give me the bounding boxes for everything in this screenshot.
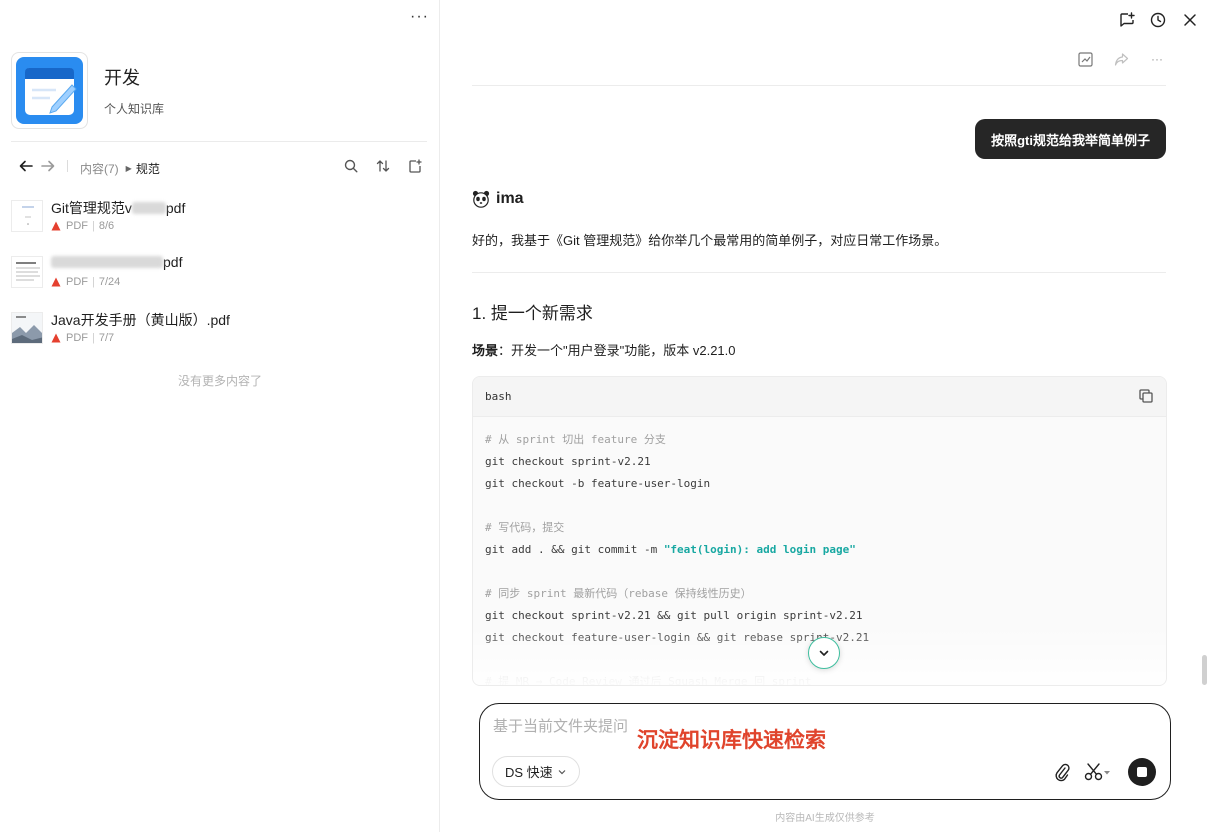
ai-disclaimer: 内容由AI生成仅供参考	[775, 813, 875, 824]
folder-nav-bar: 内容(7) ▶ 规范	[0, 152, 440, 180]
panda-icon	[472, 190, 490, 208]
divider	[472, 85, 1166, 86]
end-of-list-text: 没有更多内容了	[177, 374, 262, 388]
pdf-icon	[51, 221, 61, 231]
code-line: git checkout -b feature-user-login	[485, 477, 711, 490]
file-thumbnail	[11, 256, 43, 288]
list-item[interactable]: Java开发手册（黄山版）.pdf PDF | 7/7	[0, 306, 440, 362]
code-line: # 写代码，提交	[485, 521, 565, 534]
nav-divider	[67, 160, 68, 172]
file-meta: PDF | 7/7	[51, 332, 114, 344]
add-file-icon[interactable]	[405, 156, 425, 176]
copy-icon[interactable]	[1138, 388, 1154, 409]
knowledge-base-panel: ··· 开发 个人知识库 内容(7) ▶ 规范 Git管理规范v pdf PDF…	[0, 0, 440, 832]
close-icon[interactable]	[1180, 10, 1200, 30]
code-line: # 同步 sprint 最新代码（rebase 保持线性历史）	[485, 587, 752, 600]
code-line: # 从 sprint 切出 feature 分支	[485, 433, 666, 446]
search-icon[interactable]	[341, 156, 361, 176]
scrollbar[interactable]	[1202, 655, 1207, 685]
list-item[interactable]: pdf PDF | 7/24	[0, 250, 440, 306]
file-name: Java开发手册（黄山版）.pdf	[51, 312, 230, 328]
user-message-bubble: 按照gti规范给我举简单例子	[975, 119, 1166, 159]
file-name: pdf	[51, 254, 182, 270]
file-name: Git管理规范v pdf	[51, 200, 186, 216]
file-meta: PDF | 8/6	[51, 220, 114, 232]
ai-name: ima	[496, 190, 524, 207]
step-heading: 1. 提一个新需求	[472, 304, 593, 323]
sort-icon[interactable]	[373, 156, 393, 176]
pdf-icon	[51, 333, 61, 343]
breadcrumb-current: 规范	[135, 162, 160, 176]
chevron-down-icon	[819, 650, 829, 656]
new-chat-icon[interactable]	[1117, 10, 1137, 30]
code-line: git add . && git commit -m "feat(login):…	[485, 543, 856, 556]
more-options-button[interactable]: ···	[410, 8, 429, 26]
redacted-text	[131, 202, 166, 214]
caption-overlay: 沉淀知识库快速检索	[637, 729, 826, 752]
back-arrow-icon[interactable]	[16, 156, 36, 176]
model-selector[interactable]: DS 快速	[492, 756, 580, 787]
file-thumbnail	[11, 200, 43, 232]
pdf-icon	[51, 277, 61, 287]
more-icon[interactable]: ···	[1147, 49, 1167, 69]
file-thumbnail	[11, 312, 43, 344]
notebook-icon	[16, 57, 83, 124]
list-item[interactable]: Git管理规范v pdf PDF | 8/6	[0, 194, 440, 250]
app-window: ··· 开发 个人知识库 内容(7) ▶ 规范 Git管理规范v pdf PDF…	[0, 0, 1211, 832]
code-language: bash	[485, 390, 512, 403]
kb-title: 开发	[104, 68, 140, 88]
scissors-icon[interactable]	[1084, 761, 1112, 783]
stop-button[interactable]	[1128, 758, 1156, 786]
attach-icon[interactable]	[1053, 761, 1071, 783]
forward-arrow-icon[interactable]	[38, 156, 58, 176]
stop-icon	[1137, 767, 1147, 777]
scene-text: 场景：开发一个"用户登录"功能，版本 v2.21.0	[472, 343, 736, 358]
redacted-text	[51, 256, 163, 268]
file-meta: PDF | 7/24	[51, 276, 120, 288]
chevron-down-icon	[558, 769, 566, 774]
kb-cover[interactable]	[11, 52, 88, 129]
breadcrumb: 内容(7) ▶ 规范	[80, 160, 160, 177]
divider	[472, 272, 1166, 273]
composer: 沉淀知识库快速检索 DS 快速	[479, 703, 1171, 800]
ai-header: ima	[472, 190, 524, 208]
question-input[interactable]	[493, 718, 633, 735]
caret-right-icon: ▶	[125, 164, 132, 173]
scroll-to-bottom-button[interactable]	[808, 637, 840, 669]
file-list: Git管理规范v pdf PDF | 8/6 pdf PDF | 7/24 Ja…	[0, 194, 440, 362]
code-header: bash	[473, 377, 1166, 417]
ai-intro-text: 好的，我基于《Git 管理规范》给你举几个最常用的简单例子，对应日常工作场景。	[472, 233, 948, 248]
breadcrumb-parent[interactable]: 内容(7)	[80, 160, 119, 177]
code-line: git checkout sprint-v2.21 && git pull or…	[485, 609, 863, 622]
history-icon[interactable]	[1148, 10, 1168, 30]
export-chart-icon[interactable]	[1075, 49, 1095, 69]
share-icon[interactable]	[1111, 49, 1131, 69]
code-line: # 提 MR → Code Review 通过后 Squash Merge 回 …	[485, 675, 812, 686]
divider	[11, 141, 427, 142]
code-line: git checkout sprint-v2.21	[485, 455, 651, 468]
kb-subtitle: 个人知识库	[104, 102, 165, 116]
